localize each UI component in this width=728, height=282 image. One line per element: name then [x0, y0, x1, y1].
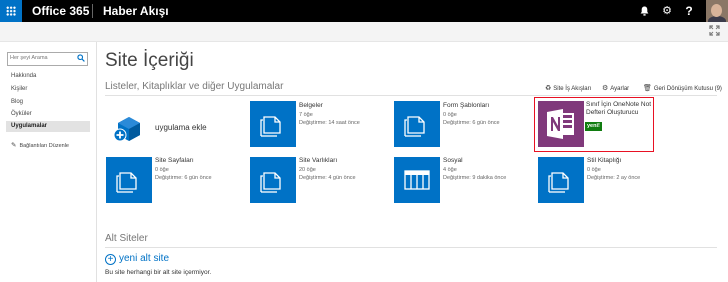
tile-site-assets-icon[interactable]: [250, 157, 296, 203]
search-icon[interactable]: [76, 54, 86, 64]
tile-style-library-count: 0 öğe: [587, 167, 601, 173]
recycle-bin-button[interactable]: 🗑 Geri Dönüşüm Kutusu (9): [643, 84, 722, 92]
site-workflows-label: Site İş Akışları: [553, 86, 592, 92]
settings-button[interactable]: ⚙ Ayarlar: [602, 84, 629, 92]
tile-style-library-title[interactable]: Stil Kitaplığı: [587, 157, 621, 164]
sidebar-item-apps[interactable]: Uygulamalar: [6, 121, 90, 132]
sidebar-item-people[interactable]: Kişiler: [11, 86, 27, 92]
tile-documents-title[interactable]: Belgeler: [299, 102, 323, 109]
bell-icon[interactable]: [633, 0, 655, 22]
new-subsite-link[interactable]: + yeni alt site: [105, 253, 169, 265]
tile-site-pages-count: 0 öğe: [155, 167, 169, 173]
focus-content-icon[interactable]: [708, 25, 720, 37]
add-app-icon[interactable]: [113, 113, 145, 145]
tile-site-assets-modified: Değiştirme: 4 gün önce: [299, 175, 356, 181]
tile-site-assets-title[interactable]: Site Varlıkları: [299, 157, 337, 164]
gear-icon: ⚙: [602, 85, 609, 92]
tile-onenote-title[interactable]: Sınıf İçin OneNote Not Defteri Oluşturuc…: [586, 101, 652, 116]
section-divider: [105, 95, 717, 96]
tile-style-library-icon[interactable]: [538, 157, 584, 203]
tile-social-title[interactable]: Sosyal: [443, 157, 463, 164]
tile-form-templates-count: 0 öğe: [443, 112, 457, 118]
nav-divider: [96, 42, 97, 282]
new-badge: yeni!: [585, 122, 602, 131]
tile-social-modified: Değiştirme: 9 dakika önce: [443, 175, 507, 181]
avatar[interactable]: [706, 0, 728, 22]
tile-form-templates-icon[interactable]: [394, 101, 440, 147]
tile-site-pages-icon[interactable]: [106, 157, 152, 203]
ribbon-bar: [0, 22, 728, 42]
new-subsite-label: yeni alt site: [119, 253, 170, 264]
sidebar-item-about[interactable]: Hakkında: [11, 73, 36, 79]
trash-icon: 🗑: [643, 85, 652, 92]
tile-documents-icon[interactable]: [250, 101, 296, 147]
tile-documents-count: 7 öğe: [299, 112, 313, 118]
workflow-icon: ♻: [545, 85, 552, 92]
tile-social-count: 4 öğe: [443, 167, 457, 173]
onenote-icon[interactable]: [538, 101, 584, 147]
pencil-icon: ✎: [11, 142, 17, 149]
gear-icon[interactable]: ⚙: [656, 0, 678, 22]
app-launcher-icon[interactable]: [0, 0, 22, 22]
subsites-title: Alt Siteler: [105, 233, 148, 244]
tile-site-assets-count: 20 öğe: [299, 167, 316, 173]
site-workflows-button[interactable]: ♻ Site İş Akışları: [545, 84, 591, 92]
settings-label: Ayarlar: [610, 86, 630, 92]
edit-links-label: Bağlantıları Düzenle: [19, 143, 69, 149]
recycle-bin-label: Geri Dönüşüm Kutusu (9): [653, 86, 722, 92]
tile-documents-modified: Değiştirme: 14 saat önce: [299, 120, 360, 126]
search-placeholder: Her şeyi Arama: [10, 55, 48, 61]
add-app-label[interactable]: uygulama ekle: [155, 123, 207, 132]
tile-form-templates-title[interactable]: Form Şablonları: [443, 102, 489, 109]
no-subsites-message: Bu site herhangi bir alt site içermiyor.: [105, 269, 212, 276]
help-icon[interactable]: ?: [678, 0, 700, 22]
subsites-divider: [105, 247, 717, 248]
suite-bar: Office 365 Haber Akışı ⚙ ?: [0, 0, 728, 22]
section-title: Listeler, Kitaplıklar ve diğer Uygulamal…: [105, 81, 284, 92]
tile-social-icon[interactable]: [394, 157, 440, 203]
tile-form-templates-modified: Değiştirme: 6 gün önce: [443, 120, 500, 126]
tile-site-pages-title[interactable]: Site Sayfaları: [155, 157, 194, 164]
page-title: Site İçeriği: [105, 50, 194, 71]
suite-title[interactable]: Office 365: [32, 4, 89, 18]
newsfeed-link[interactable]: Haber Akışı: [103, 4, 169, 18]
tile-site-pages-modified: Değiştirme: 6 gün önce: [155, 175, 212, 181]
search-input[interactable]: Her şeyi Arama: [7, 52, 88, 66]
edit-links-button[interactable]: ✎ Bağlantıları Düzenle: [11, 141, 69, 149]
plus-icon: +: [105, 254, 116, 265]
suite-divider: [92, 4, 93, 18]
tile-style-library-modified: Değiştirme: 2 ay önce: [587, 175, 641, 181]
sidebar-item-stories[interactable]: Öyküler: [11, 111, 32, 117]
sidebar-item-blog[interactable]: Blog: [11, 99, 23, 105]
